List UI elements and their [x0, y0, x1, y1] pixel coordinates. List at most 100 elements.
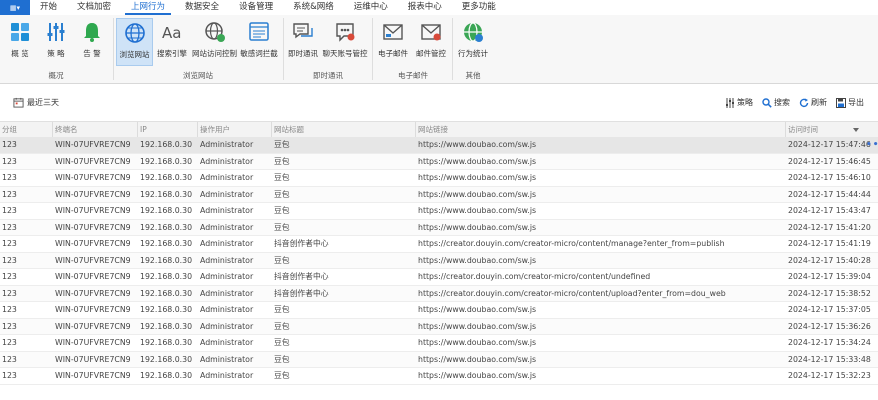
column-header-visit-time[interactable]: 访问时间: [785, 122, 878, 138]
refresh-button[interactable]: 刷新: [799, 97, 827, 108]
cell-ip: 192.168.0.30: [140, 239, 193, 248]
tab-report-center[interactable]: 报表中心: [398, 0, 452, 15]
cell-group: 123: [2, 321, 17, 331]
table-row[interactable]: 123 WIN-07UFVRE7CN9 192.168.0.30 Administra…: [0, 186, 878, 203]
table-row[interactable]: 123 WIN-07UFVRE7CN9 192.168.0.30 Administra…: [0, 137, 878, 154]
search-engine-button[interactable]: Aa 搜索引擎: [155, 18, 189, 66]
ribbon-separator: [372, 18, 373, 80]
overview-button[interactable]: 概 览: [4, 18, 36, 66]
cell-ip: 192.168.0.30: [140, 338, 193, 347]
table-row[interactable]: 123 WIN-07UFVRE7CN9 192.168.0.30 Administra…: [0, 302, 878, 319]
group-instant-message: 即时通讯: [313, 71, 343, 80]
policy-label: 策 略: [47, 49, 65, 58]
cell-group: 123: [2, 305, 17, 314]
cell-group: 123: [2, 222, 17, 232]
tab-ops-center[interactable]: 运维中心: [344, 0, 398, 15]
cell-group: 123: [2, 239, 17, 248]
ribbon-separator: [452, 18, 453, 80]
chat-account-button[interactable]: 聊天账号管控: [322, 18, 368, 66]
export-button[interactable]: 导出: [836, 97, 864, 108]
table-row[interactable]: 123 WIN-07UFVRE7CN9 192.168.0.30 Administra…: [0, 335, 878, 352]
overview-label: 概 览: [11, 49, 29, 58]
search-button[interactable]: 搜索: [762, 97, 790, 108]
sensitive-word-button[interactable]: 敏感词拦截: [239, 18, 279, 66]
cell-user: Administrator: [200, 255, 254, 265]
cell-ip: 192.168.0.30: [140, 206, 193, 215]
cell-terminal: WIN-07UFVRE7CN9: [55, 321, 131, 331]
tab-data-security[interactable]: 数据安全: [175, 0, 229, 15]
cell-visit-time: 2024-12-17 15:46:10: [788, 173, 871, 182]
table-row[interactable]: 123 WIN-07UFVRE7CN9 192.168.0.30 Administra…: [0, 318, 878, 335]
table-row[interactable]: 123 WIN-07UFVRE7CN9 192.168.0.30 Administra…: [0, 170, 878, 187]
cell-site-url: https://creator.douyin.com/creator-micro…: [418, 239, 725, 248]
date-range-button[interactable]: 最近三天: [13, 97, 59, 108]
search-engine-icon: Aa: [162, 24, 181, 42]
date-range-label: 最近三天: [27, 98, 59, 107]
strategy-button[interactable]: 策略: [725, 97, 753, 108]
cell-visit-time: 2024-12-17 15:47:46: [788, 140, 871, 149]
behavior-stats-label: 行为统计: [458, 49, 488, 58]
column-header-site-title[interactable]: 网站标题: [271, 122, 415, 138]
cell-user: Administrator: [200, 222, 254, 232]
cell-site-url: https://www.doubao.com/sw.js: [418, 140, 537, 149]
cell-user: Administrator: [200, 156, 254, 166]
table-row[interactable]: 123 WIN-07UFVRE7CN9 192.168.0.30 Administra…: [0, 285, 878, 302]
cell-ip: 192.168.0.30: [140, 305, 193, 314]
cell-user: Administrator: [200, 338, 254, 347]
refresh-label: 刷新: [811, 98, 827, 107]
email-button[interactable]: 电子邮件: [375, 18, 411, 66]
app-menu-button[interactable]: ▦▾: [0, 0, 30, 15]
globe-icon: [124, 23, 145, 43]
table-row[interactable]: 123 WIN-07UFVRE7CN9 192.168.0.30 Administra…: [0, 252, 878, 269]
export-label: 导出: [848, 98, 864, 107]
table-row[interactable]: 123 WIN-07UFVRE7CN9 192.168.0.30 Administra…: [0, 269, 878, 286]
menu-icon: ▦▾: [9, 3, 21, 12]
cell-group: 123: [2, 338, 17, 347]
mail-control-button[interactable]: 邮件管控: [413, 18, 449, 66]
cell-terminal: WIN-07UFVRE7CN9: [55, 189, 131, 199]
table-row[interactable]: 123 WIN-07UFVRE7CN9 192.168.0.30 Administra…: [0, 153, 878, 170]
cell-group: 123: [2, 173, 17, 182]
instant-message-button[interactable]: 即时通讯: [286, 18, 320, 66]
table-row[interactable]: 123 WIN-07UFVRE7CN9 192.168.0.30 Administra…: [0, 219, 878, 236]
web-access-control-button[interactable]: 网站访问控制: [192, 18, 237, 66]
column-header-group[interactable]: 分组: [0, 122, 52, 138]
cell-terminal: WIN-07UFVRE7CN9: [55, 338, 131, 347]
column-header-terminal[interactable]: 终端名: [52, 122, 137, 138]
web-access-control-icon: [204, 22, 225, 42]
cell-terminal: WIN-07UFVRE7CN9: [55, 305, 131, 314]
cell-site-url: https://creator.douyin.com/creator-micro…: [418, 272, 651, 281]
cell-visit-time: 2024-12-17 15:37:05: [788, 305, 871, 314]
table-row[interactable]: 123 WIN-07UFVRE7CN9 192.168.0.30 Administra…: [0, 368, 878, 385]
cell-user: Administrator: [200, 354, 254, 364]
cell-group: 123: [2, 156, 17, 166]
column-header-user[interactable]: 操作用户: [197, 122, 271, 138]
browse-website-button[interactable]: 浏览网站: [116, 18, 153, 66]
tab-device-management[interactable]: 设备管理: [229, 0, 283, 15]
behavior-stats-button[interactable]: 行为统计: [455, 18, 491, 66]
refresh-icon: [799, 98, 809, 107]
cell-visit-time: 2024-12-17 15:39:04: [788, 272, 871, 281]
policy-button[interactable]: 策 略: [40, 18, 72, 66]
tab-more-features[interactable]: 更多功能: [452, 0, 506, 15]
column-header-site-url[interactable]: 网站链接: [415, 122, 785, 138]
tab-internet-behavior[interactable]: 上网行为: [121, 0, 175, 15]
cell-visit-time: 2024-12-17 15:43:47: [788, 206, 871, 215]
alarm-button[interactable]: 告 警: [76, 18, 108, 66]
tab-system-network[interactable]: 系统&网络: [283, 0, 344, 15]
overview-grid-icon: [11, 23, 29, 41]
column-header-ip[interactable]: IP: [137, 122, 197, 138]
cell-ip: 192.168.0.30: [140, 222, 193, 232]
table-row[interactable]: 123 WIN-07UFVRE7CN9 192.168.0.30 Administra…: [0, 236, 878, 253]
cell-visit-time: 2024-12-17 15:36:26: [788, 321, 871, 331]
sort-desc-icon[interactable]: [853, 128, 859, 132]
table-row[interactable]: 123 WIN-07UFVRE7CN9 192.168.0.30 Administra…: [0, 203, 878, 220]
more-dots-icon[interactable]: •••: [866, 137, 878, 153]
tab-start[interactable]: 开始: [30, 0, 67, 15]
table-row[interactable]: 123 WIN-07UFVRE7CN9 192.168.0.30 Administra…: [0, 351, 878, 368]
cell-group: 123: [2, 354, 17, 364]
chat-account-label: 聊天账号管控: [322, 49, 368, 58]
cell-site-url: https://www.doubao.com/sw.js: [418, 371, 537, 380]
tab-doc-encrypt[interactable]: 文档加密: [67, 0, 121, 15]
cell-site-url: https://www.doubao.com/sw.js: [418, 321, 537, 331]
